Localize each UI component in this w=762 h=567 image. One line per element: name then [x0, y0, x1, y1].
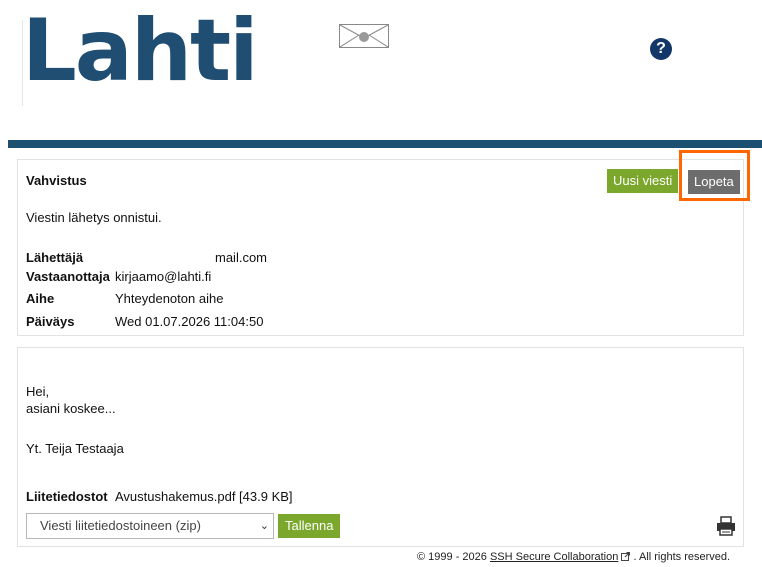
- rights-text: . All rights reserved.: [633, 551, 731, 563]
- new-message-button[interactable]: Uusi viesti: [607, 169, 679, 193]
- status-text: Viestin lähetys onnistui.: [26, 210, 162, 225]
- date-value: Wed 01.07.2026 11:04:50: [115, 314, 264, 329]
- message-signature: Yt. Teija Testaaja: [26, 441, 124, 456]
- save-button[interactable]: Tallenna: [278, 514, 341, 538]
- download-format-select[interactable]: Viesti liitetiedostoineen (zip) ⌄: [26, 513, 274, 539]
- sender-value: mail.com: [215, 250, 268, 265]
- recipient-label: Vastaanottaja: [26, 269, 110, 284]
- panel-title: Vahvistus: [26, 173, 87, 188]
- envelope-icon: [339, 24, 389, 48]
- attachments-label: Liitetiedostot: [26, 489, 108, 504]
- quit-button[interactable]: Lopeta: [688, 170, 740, 194]
- message-panel: Hei, asiani koskee... Yt. Teija Testaaja…: [17, 347, 744, 547]
- chevron-down-icon: ⌄: [259, 520, 269, 532]
- quit-button-highlight: Lopeta: [679, 150, 750, 201]
- printer-icon[interactable]: [716, 516, 736, 536]
- ssh-collaboration-link[interactable]: SSH Secure Collaboration: [490, 551, 618, 563]
- message-greeting: Hei,: [26, 384, 50, 399]
- recipient-value: kirjaamo@lahti.fi: [115, 269, 212, 284]
- attachment-file[interactable]: Avustushakemus.pdf [43.9 KB]: [115, 489, 293, 504]
- confirmation-panel: Vahvistus Uusi viesti Lopeta Viestin läh…: [17, 150, 750, 336]
- header-bar: [8, 140, 762, 148]
- lahti-logo: Lahti: [22, 1, 259, 101]
- sender-label: Lähettäjä: [26, 250, 84, 265]
- subject-value: Yhteydenoton aihe: [115, 291, 224, 306]
- subject-label: Aihe: [26, 291, 55, 306]
- page-footer: © 1999 - 2026 SSH Secure Collaboration .…: [417, 551, 730, 563]
- message-body: asiani koskee...: [26, 401, 116, 416]
- help-icon[interactable]: ?: [650, 38, 672, 60]
- date-label: Päiväys: [26, 314, 75, 329]
- external-link-icon: [621, 551, 633, 563]
- download-format-value: Viesti liitetiedostoineen (zip): [40, 518, 201, 533]
- copyright-text: © 1999 - 2026: [417, 551, 487, 563]
